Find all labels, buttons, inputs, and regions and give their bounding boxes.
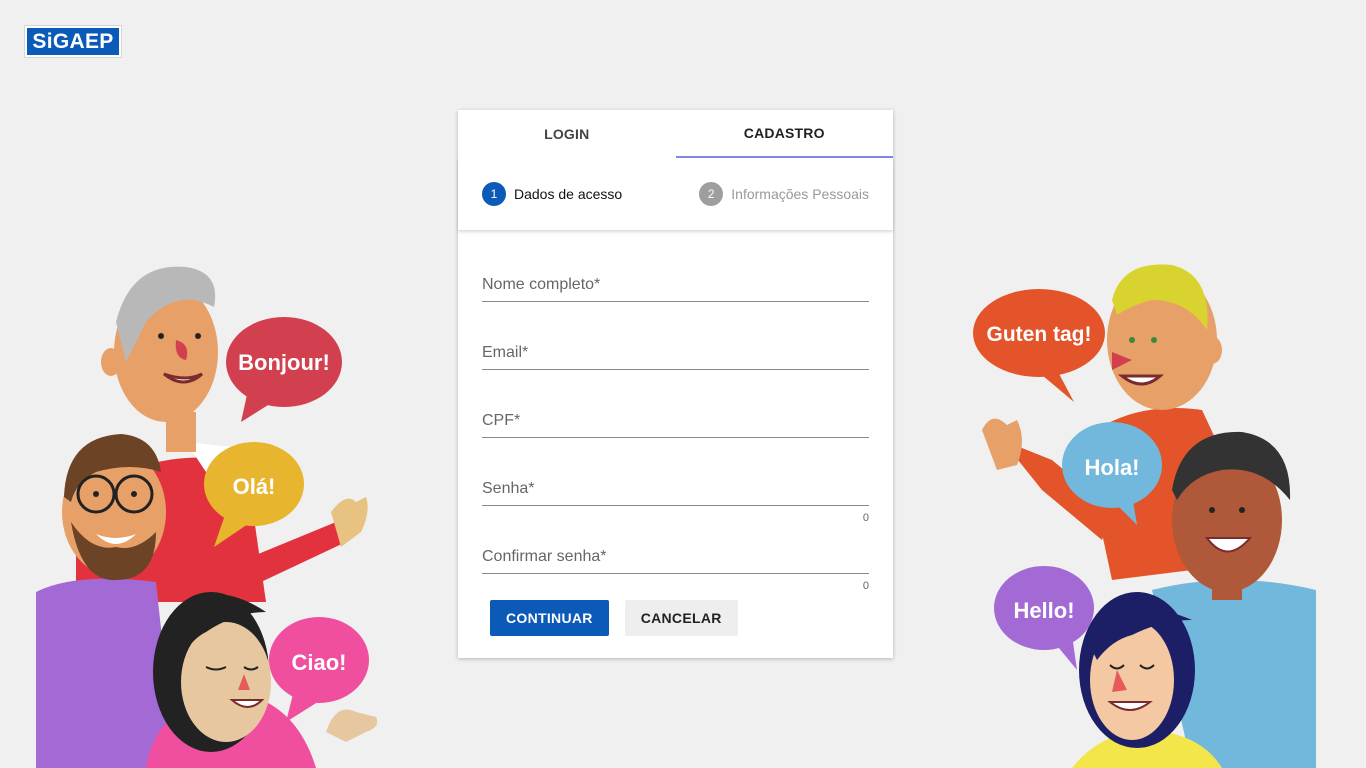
- tab-login[interactable]: LOGIN: [458, 110, 676, 158]
- cancel-button[interactable]: CANCELAR: [624, 600, 738, 636]
- step-label-1: Dados de acesso: [514, 186, 623, 202]
- bubble-text-ola: Olá!: [233, 474, 276, 499]
- step-number-1: 1: [482, 182, 506, 206]
- bubble-text-hello: Hello!: [1013, 598, 1074, 623]
- field-nome-completo: Nome completo*: [482, 260, 869, 328]
- tab-cadastro[interactable]: CADASTRO: [675, 110, 893, 158]
- bubble-text-ciao: Ciao!: [292, 650, 347, 675]
- step-informacoes-pessoais[interactable]: 2 Informações Pessoais: [699, 182, 869, 206]
- step-dados-de-acesso[interactable]: 1 Dados de acesso: [482, 182, 622, 206]
- email-input[interactable]: [482, 338, 869, 370]
- nome-completo-input[interactable]: [482, 270, 869, 302]
- field-senha: Senha* 0: [482, 464, 869, 532]
- auth-tabs: LOGIN CADASTRO: [458, 110, 893, 158]
- bubble-bonjour: Bonjour!: [226, 317, 342, 422]
- senha-input[interactable]: [482, 474, 869, 506]
- field-cpf: CPF*: [482, 396, 869, 464]
- step-label-2: Informações Pessoais: [731, 186, 869, 202]
- bubble-text-hola: Hola!: [1085, 455, 1140, 480]
- sigaep-logo[interactable]: SiGAEP: [24, 25, 122, 58]
- bubble-text-guten-tag: Guten tag!: [987, 323, 1092, 346]
- signup-card: LOGIN CADASTRO 1 Dados de acesso 2 Infor…: [458, 110, 893, 658]
- confirmar-senha-input[interactable]: [482, 542, 869, 574]
- continue-button[interactable]: CONTINUAR: [490, 600, 609, 636]
- stepper: 1 Dados de acesso 2 Informações Pessoais: [458, 158, 893, 230]
- field-confirmar-senha: Confirmar senha* 0: [482, 532, 869, 600]
- form-actions: CONTINUAR CANCELAR: [490, 600, 738, 636]
- signup-form: Nome completo* Email* CPF* Senha* 0 Conf…: [482, 260, 869, 600]
- bubble-hello: Hello!: [994, 566, 1094, 670]
- people-greeting-illustration-right: Guten tag! Hola! Hello!: [973, 264, 1316, 768]
- bubble-guten-tag: Guten tag!: [973, 289, 1105, 402]
- cpf-input[interactable]: [482, 406, 869, 438]
- field-email: Email*: [482, 328, 869, 396]
- bubble-ciao: Ciao!: [269, 617, 369, 722]
- confirmar-senha-char-counter: 0: [862, 580, 869, 592]
- step-number-2: 2: [699, 182, 724, 206]
- bubble-text-bonjour: Bonjour!: [238, 350, 330, 375]
- senha-char-counter: 0: [862, 512, 869, 524]
- people-greeting-illustration-left: Bonjour! Olá! Ciao!: [36, 266, 378, 768]
